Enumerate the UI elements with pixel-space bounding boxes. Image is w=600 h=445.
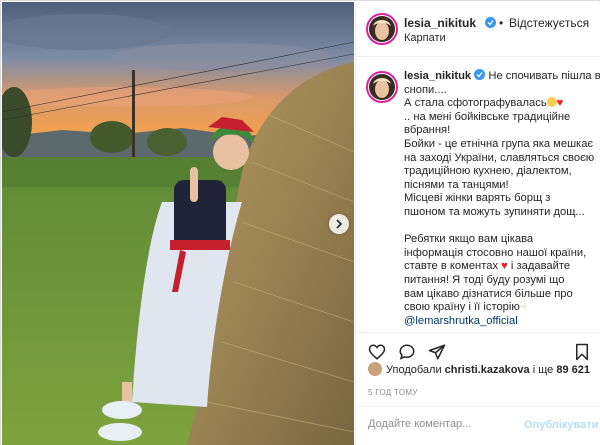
- liker-avatar: [368, 362, 382, 376]
- post-side-panel: lesia_nikituk • Відстежується Карпати le…: [355, 2, 600, 445]
- post-photo[interactable]: [2, 2, 354, 445]
- share-send-icon[interactable]: [428, 343, 446, 361]
- heart-emoji-icon: ♥: [556, 97, 564, 110]
- comment-form: Опублікувати: [356, 406, 600, 445]
- bookmark-icon[interactable]: [574, 343, 590, 361]
- post-dialog: lesia_nikituk • Відстежується Карпати le…: [0, 0, 600, 445]
- post-header: lesia_nikituk • Відстежується Карпати: [356, 2, 600, 57]
- like-heart-icon[interactable]: [368, 343, 386, 361]
- avatar-image: [369, 74, 395, 100]
- caption-avatar[interactable]: [366, 71, 398, 103]
- header-separator: •: [499, 16, 504, 30]
- avatar-portrait: [369, 74, 395, 100]
- header-avatar[interactable]: [366, 13, 398, 45]
- caption-line: ставте в коментах: [404, 260, 499, 273]
- caption-username[interactable]: lesia_nikituk: [404, 70, 471, 82]
- caption-line: Ребятки якщо вам цікава: [404, 233, 534, 246]
- photo-scene: [2, 2, 354, 445]
- chevron-right-icon: [336, 219, 343, 229]
- caption-line: інформація стосовно нашої країни,: [404, 246, 587, 259]
- caption-line: Бойки - це етнічна група яка мешкає: [404, 137, 594, 150]
- caption-line: традиційною кухнею, діалектом,: [404, 165, 572, 178]
- caption-line: .. на мені бойківське традиційне: [404, 110, 571, 123]
- caption-text: lesia_nikituk Не спочивать пішла в снопи…: [404, 69, 600, 329]
- liker-username[interactable]: christi.kazakova: [445, 364, 530, 376]
- caption-line: і задавайте: [510, 260, 571, 273]
- caption-line: А стала сфотографувалась: [404, 97, 547, 110]
- avatar-image: [369, 16, 395, 42]
- heart-emoji-icon: ♥: [501, 260, 508, 273]
- caption-line: вам цікаво дізнатися більше про: [404, 287, 573, 300]
- header-username[interactable]: lesia_nikituk: [404, 16, 476, 30]
- caption-line: вбрання!: [404, 124, 451, 137]
- comment-input[interactable]: [368, 418, 518, 430]
- likes-count[interactable]: 89 621: [556, 364, 590, 376]
- caption-line: пшоном та можуть зупиняти дощ...: [404, 205, 585, 218]
- likes-prefix: Уподобали: [386, 364, 442, 376]
- caption-line: питання! Я тоді буду розумі що: [404, 273, 565, 286]
- caption-line: Не спочивать пішла в: [488, 70, 600, 82]
- verified-badge-icon: [485, 17, 496, 28]
- caption-line: піснями та танцями!: [404, 178, 509, 191]
- post-timestamp[interactable]: 5 ГОД ТОМУ: [368, 388, 418, 397]
- location-link[interactable]: Карпати: [404, 32, 446, 44]
- pointing-hand-emoji-icon: ☟: [519, 301, 527, 314]
- laughing-emoji-icon: [546, 97, 557, 108]
- comment-bubble-icon[interactable]: [398, 343, 416, 361]
- publish-button[interactable]: Опублікувати: [524, 419, 598, 431]
- caption-line: свою країну і її історію: [404, 301, 520, 314]
- mention-link[interactable]: @lemarshrutka_official: [404, 315, 596, 329]
- caption-line: снопи....: [404, 83, 447, 96]
- following-button[interactable]: Відстежується: [509, 16, 589, 30]
- carousel-next-button[interactable]: [329, 214, 349, 234]
- caption-line: на заході України, славляться своєю: [404, 151, 595, 164]
- caption-line: Місцеві жінки варять борщ з: [404, 192, 551, 205]
- likes-middle: і ще: [532, 364, 554, 376]
- avatar-portrait: [369, 16, 395, 42]
- verified-badge-icon: [474, 69, 486, 80]
